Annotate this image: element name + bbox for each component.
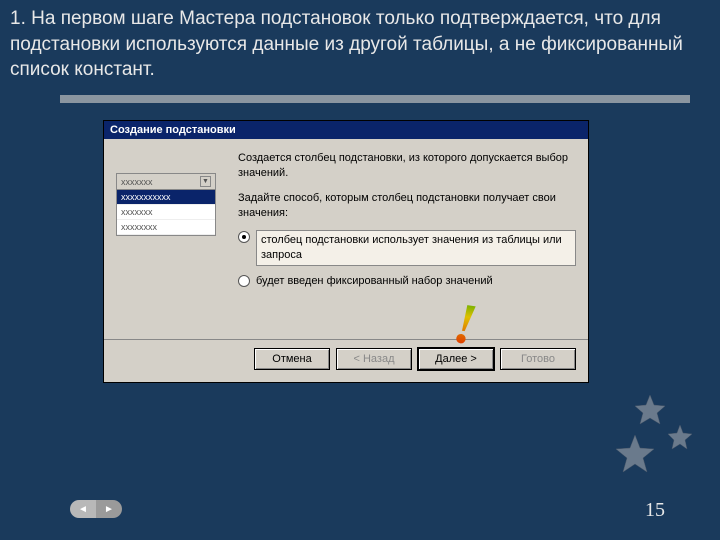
dialog-buttons: ! Отмена < Назад Далее > Готово (104, 339, 588, 382)
radio-icon[interactable] (238, 275, 250, 287)
wizard-dialog: Создание подстановки xxxxxxx ▼ xxxxxxxxx… (103, 120, 589, 383)
pager: ◄ ► (70, 500, 122, 518)
dialog-title: Создание подстановки (110, 124, 236, 136)
dialog-body: xxxxxxx ▼ xxxxxxxxxxx xxxxxxx xxxxxxxx С… (104, 139, 588, 339)
dropdown-arrow-icon: ▼ (200, 176, 211, 187)
finish-button: Готово (500, 348, 576, 370)
pager-next-button[interactable]: ► (96, 500, 122, 518)
decorative-stars (540, 380, 700, 500)
radio-option-2[interactable]: будет введен фиксированный набор значени… (238, 274, 576, 289)
cancel-button[interactable]: Отмена (254, 348, 330, 370)
radio-icon[interactable] (238, 231, 250, 243)
combo-row: xxxxxxxxxxx (117, 190, 215, 205)
page-number: 15 (645, 499, 665, 522)
divider (60, 95, 690, 103)
radio-label-2: будет введен фиксированный набор значени… (256, 274, 576, 289)
intro-text-2: Задайте способ, которым столбец подстано… (238, 191, 576, 221)
radio-option-1[interactable]: столбец подстановки использует значения … (238, 230, 576, 266)
intro-text-1: Создается столбец подстановки, из которо… (238, 151, 576, 181)
combo-row: xxxxxxxx (117, 220, 215, 235)
pager-prev-button[interactable]: ◄ (70, 500, 96, 518)
dialog-titlebar: Создание подстановки (104, 121, 588, 139)
slide-caption: 1. На первом шаге Мастера подстановок то… (0, 0, 720, 95)
wizard-illustration: xxxxxxx ▼ xxxxxxxxxxx xxxxxxx xxxxxxxx (116, 151, 226, 331)
radio-label-1: столбец подстановки использует значения … (256, 230, 576, 266)
dialog-content: Создается столбец подстановки, из которо… (238, 151, 576, 331)
next-button[interactable]: Далее > (418, 348, 494, 370)
combo-head-text: xxxxxxx (121, 177, 153, 187)
back-button: < Назад (336, 348, 412, 370)
combo-row: xxxxxxx (117, 205, 215, 220)
